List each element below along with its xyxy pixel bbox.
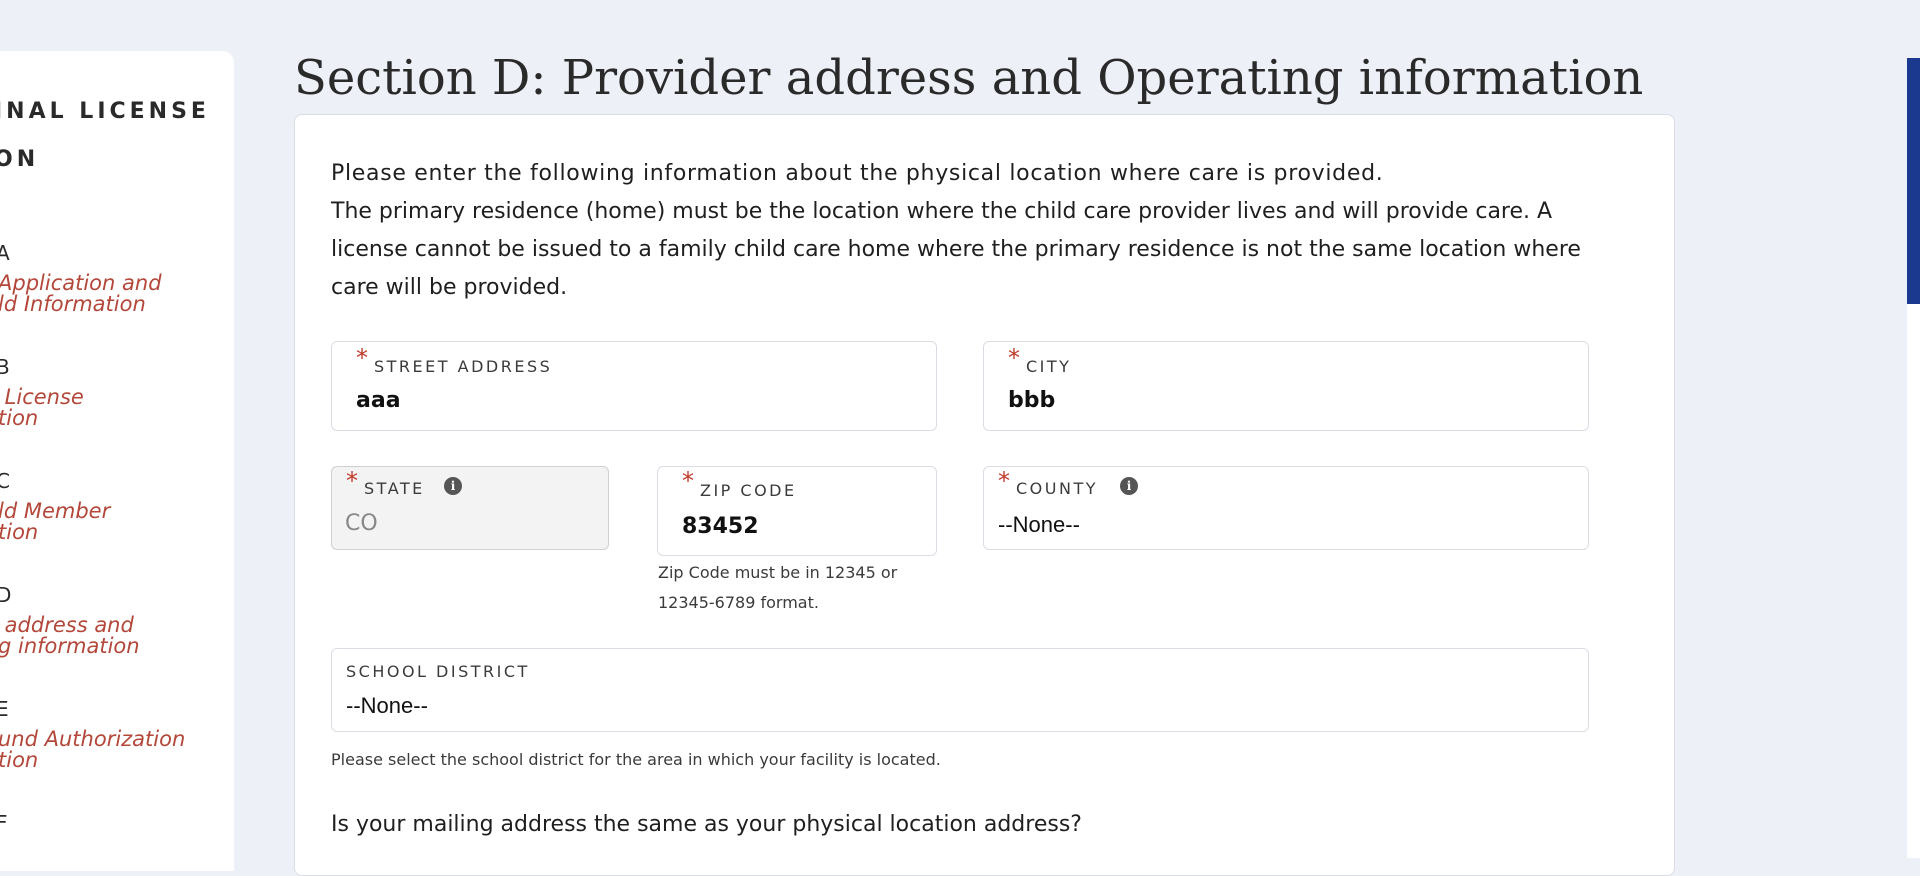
city-value: bbb <box>1008 388 1056 413</box>
sidebar-link-line: address and <box>0 613 134 637</box>
sidebar-link-line: Application and <box>0 271 162 295</box>
info-icon[interactable]: i <box>444 477 462 495</box>
school-district-label: SCHOOL DISTRICT <box>346 662 530 681</box>
state-value: CO <box>345 511 378 536</box>
sidebar-title-line2: ON <box>0 147 40 172</box>
sidebar-link-line: ld Member <box>0 499 111 523</box>
sidebar-link-section-e[interactable]: und Authorization tion <box>0 729 185 771</box>
intro-body: The primary residence (home) must be the… <box>331 199 1581 300</box>
intro-text: Please enter the following information a… <box>331 155 1631 307</box>
school-district-select[interactable]: SCHOOL DISTRICT --None-- <box>331 648 1589 732</box>
sidebar-section-c-letter: C <box>0 469 10 493</box>
sidebar: INAL LICENSE ON A Application and ld Inf… <box>0 51 234 871</box>
zip-code-label: ZIP CODE <box>700 481 797 500</box>
required-marker: * <box>356 344 368 372</box>
sidebar-link-line: tion <box>0 520 39 544</box>
school-district-help: Please select the school district for th… <box>331 750 941 769</box>
sidebar-link-section-b[interactable]: License tion <box>0 387 84 429</box>
sidebar-section-b-letter: B <box>0 355 10 379</box>
required-marker: * <box>346 467 358 495</box>
county-label: COUNTY <box>1016 479 1098 498</box>
required-marker: * <box>1008 344 1020 372</box>
county-select[interactable]: * COUNTY i --None-- <box>983 466 1589 550</box>
street-address-label: STREET ADDRESS <box>374 357 553 376</box>
sidebar-section-a-letter: A <box>0 241 10 265</box>
street-address-value: aaa <box>356 388 401 413</box>
mailing-address-question: Is your mailing address the same as your… <box>331 812 1082 837</box>
city-field[interactable]: * CITY bbb <box>983 341 1589 431</box>
zip-code-help: Zip Code must be in 12345 or 12345-6789 … <box>658 563 898 612</box>
sidebar-link-line: tion <box>0 748 39 772</box>
city-label: CITY <box>1026 357 1072 376</box>
sidebar-link-section-d[interactable]: address and g information <box>0 615 140 657</box>
intro-lead: Please enter the following information a… <box>331 161 1384 186</box>
sidebar-section-e-letter: E <box>0 697 9 721</box>
scrollbar-thumb[interactable] <box>1907 58 1920 304</box>
info-icon[interactable]: i <box>1120 477 1138 495</box>
sidebar-section-d-letter: D <box>0 583 12 607</box>
sidebar-link-line: License <box>0 385 84 409</box>
sidebar-link-line: und Authorization <box>0 727 186 751</box>
county-selected-value: --None-- <box>998 512 1080 537</box>
zip-code-value: 83452 <box>682 514 759 539</box>
state-label: STATE <box>364 479 425 498</box>
sidebar-link-section-c[interactable]: ld Member tion <box>0 501 110 543</box>
page-title: Section D: Provider address and Operatin… <box>294 50 1644 106</box>
state-field: * STATE i CO <box>331 466 609 550</box>
sidebar-link-line: tion <box>0 406 39 430</box>
zip-code-field[interactable]: * ZIP CODE 83452 <box>657 466 937 556</box>
sidebar-section-f-letter: F <box>0 811 8 835</box>
sidebar-title: INAL LICENSE <box>0 99 210 124</box>
street-address-field[interactable]: * STREET ADDRESS aaa <box>331 341 937 431</box>
required-marker: * <box>998 467 1010 495</box>
school-district-selected-value: --None-- <box>346 693 428 718</box>
sidebar-link-line: g information <box>0 634 140 658</box>
required-marker: * <box>682 467 694 495</box>
sidebar-link-section-a[interactable]: Application and ld Information <box>0 273 162 315</box>
sidebar-link-line: ld Information <box>0 292 146 316</box>
